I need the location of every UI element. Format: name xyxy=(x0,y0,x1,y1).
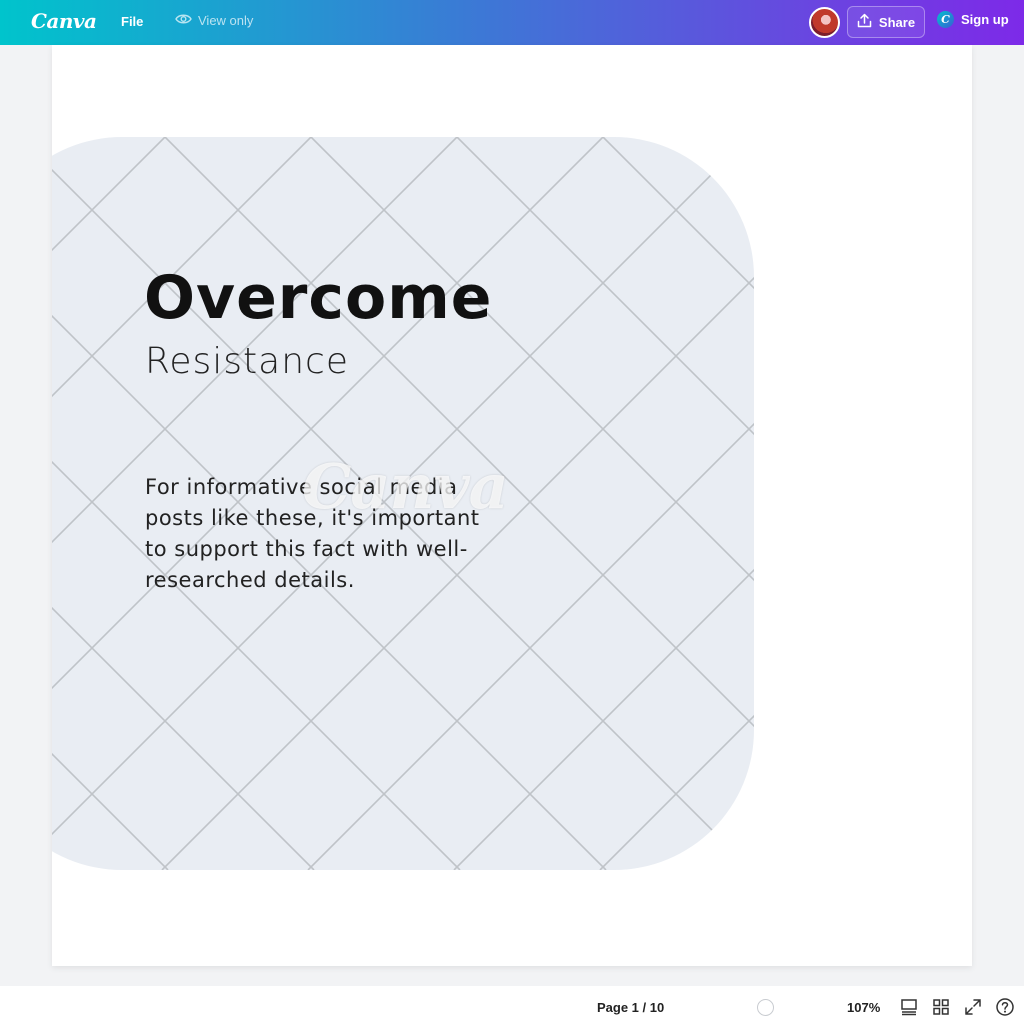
sign-up-label: Sign up xyxy=(961,12,1009,27)
bottom-bar: Page 1 / 10 107% xyxy=(0,986,1024,1024)
notes-layout-icon[interactable] xyxy=(899,997,919,1017)
file-menu-button[interactable]: File xyxy=(121,14,143,29)
top-bar: Canva File View only Share C Sign up xyxy=(0,0,1024,45)
eye-icon xyxy=(175,13,192,28)
share-button[interactable]: Share xyxy=(847,6,925,38)
zoom-slider-knob[interactable] xyxy=(757,999,774,1016)
view-only-label: View only xyxy=(198,13,254,28)
canva-watermark: Canva xyxy=(302,450,509,523)
design-page: Overcome Resistance For informative soci… xyxy=(52,45,972,966)
design-heading: Overcome xyxy=(144,263,493,333)
tile-line xyxy=(748,137,754,144)
page-indicator[interactable]: Page 1 / 10 xyxy=(597,1000,664,1015)
fullscreen-icon[interactable] xyxy=(963,997,983,1017)
canva-c-icon: C xyxy=(937,11,954,28)
tile-line xyxy=(745,860,754,870)
sign-up-button[interactable]: C Sign up xyxy=(937,11,1009,28)
zoom-level[interactable]: 107% xyxy=(847,1000,880,1015)
grid-view-icon[interactable] xyxy=(931,997,951,1017)
canva-logo[interactable]: Canva xyxy=(31,9,97,33)
share-upload-icon xyxy=(857,13,872,31)
share-label: Share xyxy=(878,14,916,30)
help-icon[interactable] xyxy=(995,997,1015,1017)
avatar[interactable] xyxy=(809,7,840,38)
view-only-indicator: View only xyxy=(175,13,253,28)
design-subheading: Resistance xyxy=(145,341,349,382)
